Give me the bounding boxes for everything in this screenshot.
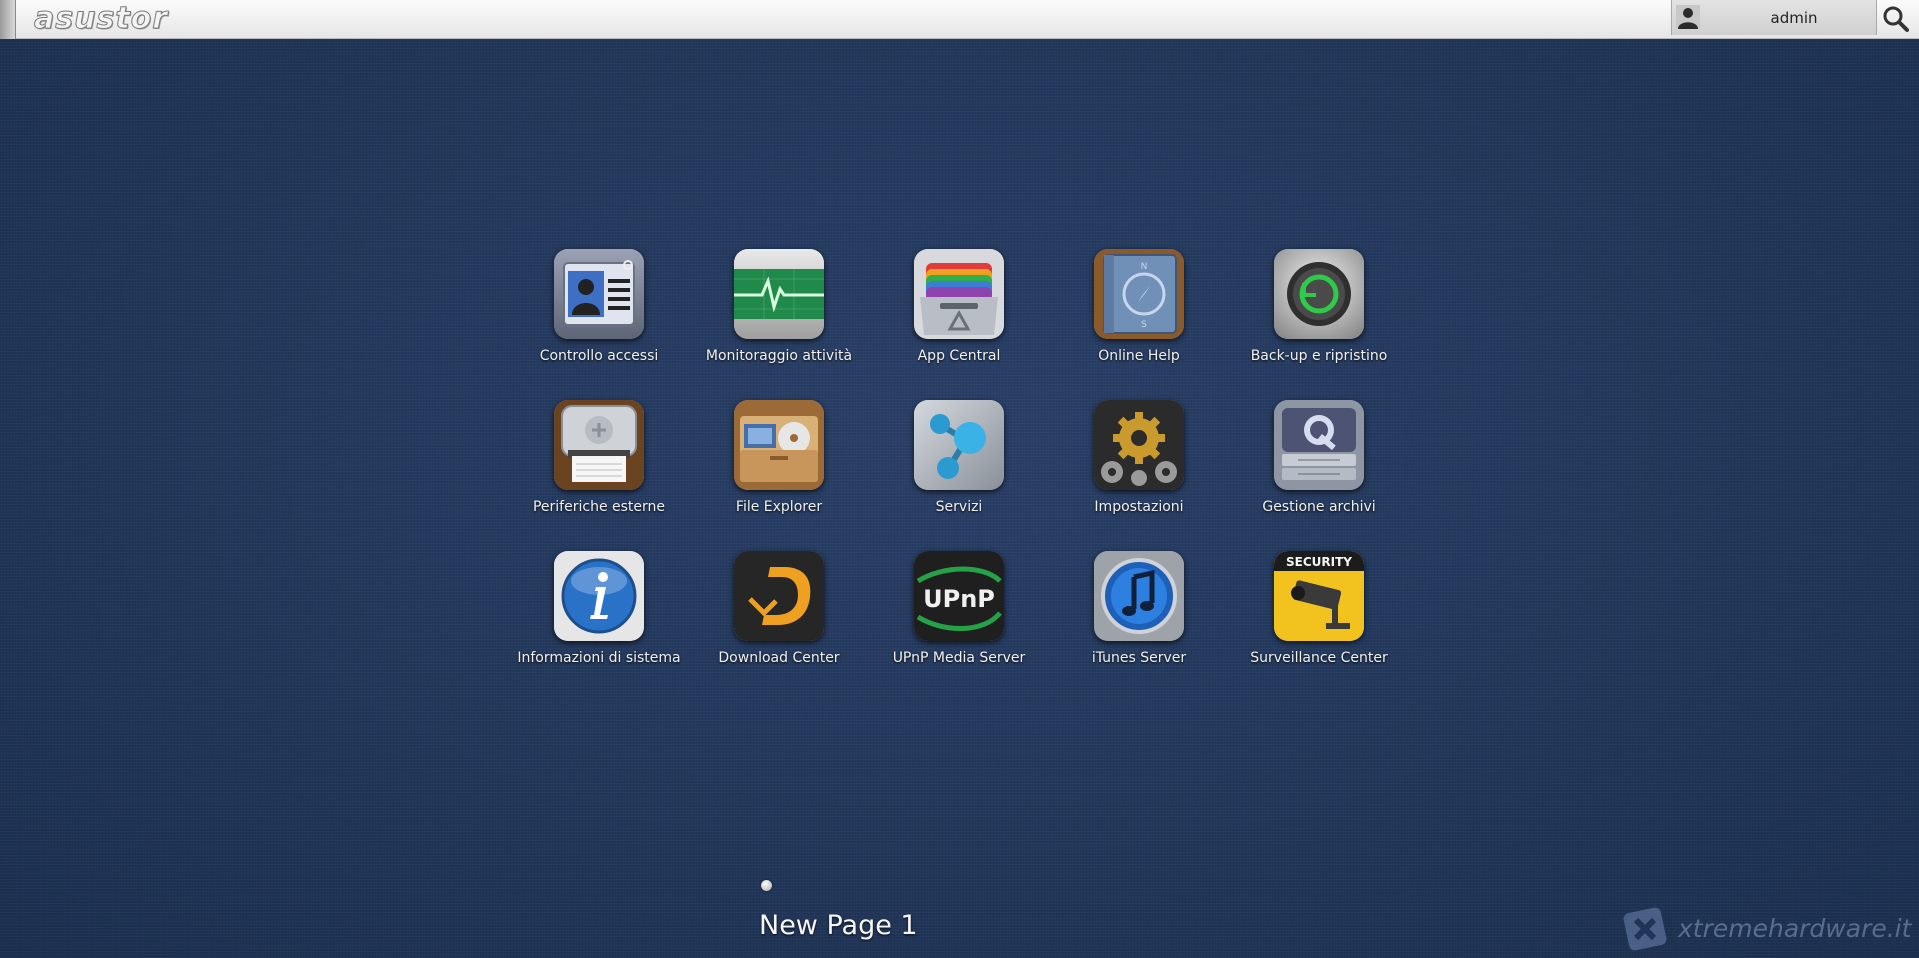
online-help-icon: N S: [1094, 249, 1184, 339]
app-central-icon: [914, 249, 1004, 339]
app-label: Gestione archivi: [1262, 499, 1376, 515]
app-label: Monitoraggio attività: [705, 348, 853, 364]
svg-text:N: N: [1141, 262, 1148, 272]
asustor-logo: asustor: [33, 1, 169, 36]
app-upnp-media-server[interactable]: UPnP UPnP Media Server: [874, 551, 1044, 691]
user-menu[interactable]: admin: [1671, 0, 1877, 35]
app-label: Controllo accessi: [539, 348, 659, 364]
file-explorer-icon: [734, 400, 824, 490]
app-label: Download Center: [718, 650, 840, 666]
watermark-logo-icon: [1623, 907, 1667, 951]
itunes-server-icon: [1094, 551, 1184, 641]
access-control-icon: [554, 249, 644, 339]
app-label: Informazioni di sistema: [517, 650, 681, 666]
top-bar: asustor admin: [0, 0, 1919, 39]
storage-manager-icon: [1274, 400, 1364, 490]
user-icon: [1676, 5, 1700, 29]
upnp-media-server-icon: UPnP: [914, 551, 1004, 641]
app-gestione-archivi[interactable]: Gestione archivi: [1234, 400, 1404, 540]
app-label: Impostazioni: [1094, 499, 1184, 515]
svg-text:S: S: [1141, 320, 1147, 330]
services-icon: [914, 400, 1004, 490]
app-backup-ripristino[interactable]: Back-up e ripristino: [1234, 249, 1404, 389]
app-controllo-accessi[interactable]: Controllo accessi: [514, 249, 684, 389]
app-label: UPnP Media Server: [892, 650, 1026, 666]
app-label: iTunes Server: [1091, 650, 1187, 666]
app-file-explorer[interactable]: File Explorer: [694, 400, 864, 540]
upnp-logo-text: UPnP: [923, 585, 995, 613]
system-info-icon: [554, 551, 644, 641]
app-download-center[interactable]: Download Center: [694, 551, 864, 691]
security-banner-text: SECURITY: [1286, 555, 1352, 569]
app-periferiche-esterne[interactable]: Periferiche esterne: [514, 400, 684, 540]
page-indicator-dot[interactable]: [761, 880, 772, 891]
settings-gear-icon: [1094, 400, 1184, 490]
app-servizi[interactable]: Servizi: [874, 400, 1044, 540]
page-title[interactable]: New Page 1: [759, 910, 918, 941]
watermark: xtremehardware.it: [1620, 904, 1912, 954]
app-label: File Explorer: [735, 499, 823, 515]
search-button[interactable]: [1880, 4, 1912, 34]
app-label: Back-up e ripristino: [1250, 348, 1388, 364]
surveillance-center-icon: SECURITY: [1274, 551, 1364, 641]
backup-icon: [1274, 249, 1364, 339]
download-center-icon: [734, 551, 824, 641]
app-online-help[interactable]: N S Online Help: [1054, 249, 1224, 389]
user-name: admin: [1770, 9, 1818, 27]
app-label: Surveillance Center: [1250, 650, 1388, 666]
search-icon: [1883, 6, 1909, 32]
sidebar-toggle-handle[interactable]: [0, 0, 16, 39]
watermark-text: xtremehardware.it: [1678, 914, 1912, 943]
app-label: Online Help: [1098, 348, 1180, 364]
app-impostazioni[interactable]: Impostazioni: [1054, 400, 1224, 540]
app-informazioni-sistema[interactable]: Informazioni di sistema: [514, 551, 684, 691]
app-surveillance-center[interactable]: SECURITY Surveillance Center: [1234, 551, 1404, 691]
app-app-central[interactable]: App Central: [874, 249, 1044, 389]
app-label: Servizi: [935, 499, 983, 515]
activity-monitor-icon: [734, 249, 824, 339]
app-label: Periferiche esterne: [532, 499, 666, 515]
app-monitoraggio-attivita[interactable]: Monitoraggio attività: [694, 249, 864, 389]
app-itunes-server[interactable]: iTunes Server: [1054, 551, 1224, 691]
app-label: App Central: [917, 348, 1001, 364]
external-devices-icon: [554, 400, 644, 490]
